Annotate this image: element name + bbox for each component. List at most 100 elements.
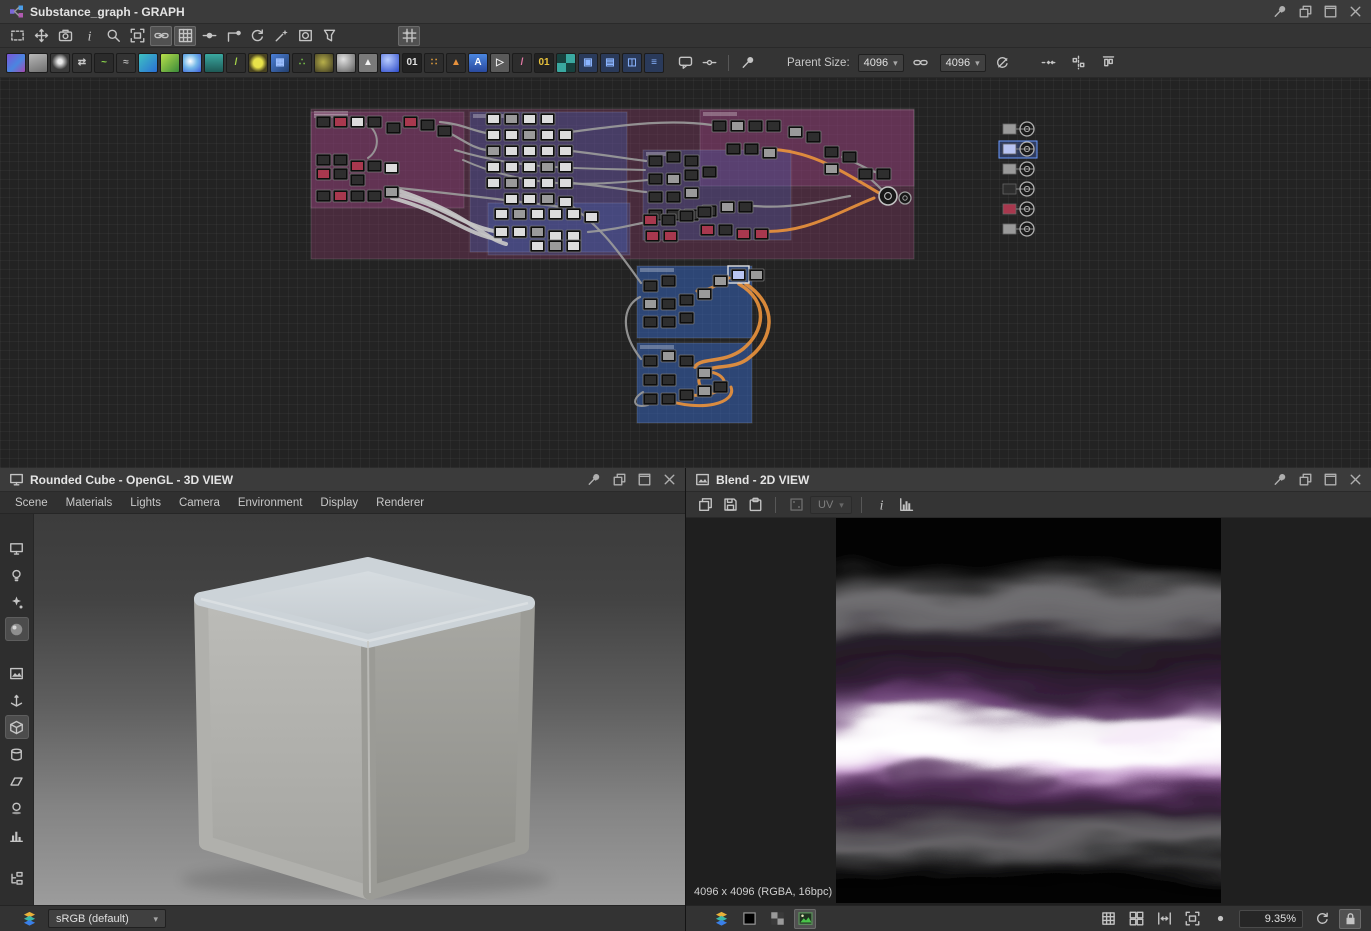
- graph-node[interactable]: [661, 275, 676, 287]
- graph-node[interactable]: [494, 208, 509, 220]
- material-mode-icon[interactable]: [5, 617, 29, 641]
- graph-node[interactable]: [494, 226, 509, 238]
- center-dot-icon[interactable]: [1209, 909, 1231, 929]
- reset-zoom-icon[interactable]: [1311, 909, 1333, 929]
- menu-environment[interactable]: Environment: [229, 497, 312, 509]
- close-icon[interactable]: [1347, 472, 1363, 488]
- close-icon[interactable]: [661, 472, 677, 488]
- statistics-icon[interactable]: [5, 823, 29, 847]
- graph-node[interactable]: [643, 298, 658, 310]
- default-parameters-icon[interactable]: [1038, 53, 1060, 73]
- node-curve-icon[interactable]: ~: [94, 53, 114, 73]
- graph-node[interactable]: [384, 162, 399, 174]
- graph-node[interactable]: [522, 193, 537, 205]
- graph-node[interactable]: [754, 228, 769, 240]
- graph-node[interactable]: [661, 298, 676, 310]
- parent-size-height-select[interactable]: 4096: [940, 54, 986, 72]
- graph-node[interactable]: [643, 355, 658, 367]
- graph-node[interactable]: [504, 177, 519, 189]
- graph-node[interactable]: [726, 143, 741, 155]
- zoom-value[interactable]: 9.35%: [1239, 910, 1303, 928]
- graph-node[interactable]: [661, 316, 676, 328]
- menu-materials[interactable]: Materials: [57, 497, 122, 509]
- graph-node[interactable]: [684, 155, 699, 167]
- fit-width-icon[interactable]: [1153, 909, 1175, 929]
- graph-node[interactable]: [548, 208, 563, 220]
- node-channels-icon[interactable]: ≡: [644, 53, 664, 73]
- uv-transform-icon[interactable]: [785, 495, 807, 515]
- graph-node[interactable]: [504, 129, 519, 141]
- graph-node[interactable]: [679, 312, 694, 324]
- shape-cube-icon[interactable]: [5, 715, 29, 739]
- menu-display[interactable]: Display: [311, 497, 367, 509]
- copy-image-icon[interactable]: [694, 495, 716, 515]
- texture-view-icon[interactable]: [5, 661, 29, 685]
- maximize-icon[interactable]: [636, 472, 652, 488]
- graph-node[interactable]: [333, 116, 348, 128]
- dot-link-icon[interactable]: [698, 53, 720, 73]
- graph-node[interactable]: [824, 163, 839, 175]
- viewport-3d[interactable]: [34, 514, 685, 905]
- graph-node[interactable]: [522, 161, 537, 173]
- graph-node[interactable]: [540, 161, 555, 173]
- node-anisotropic-noise-icon[interactable]: ∷: [424, 53, 444, 73]
- graph-output[interactable]: [1003, 162, 1034, 176]
- graph-node[interactable]: [788, 126, 803, 138]
- graph-node[interactable]: [504, 145, 519, 157]
- graph-frame[interactable]: [643, 150, 791, 240]
- graph-node[interactable]: [718, 224, 733, 236]
- graph-node[interactable]: [679, 389, 694, 401]
- graph-node[interactable]: [648, 155, 663, 167]
- graph-node[interactable]: [720, 201, 735, 213]
- graph-node[interactable]: [648, 191, 663, 203]
- graph-node[interactable]: [530, 240, 545, 252]
- node-normal-icon[interactable]: [380, 53, 400, 73]
- graph-node[interactable]: [824, 146, 839, 158]
- graph-node[interactable]: [749, 269, 764, 281]
- float-window-icon[interactable]: [1297, 4, 1313, 20]
- graph-node[interactable]: [540, 129, 555, 141]
- node-pixel-processor-icon[interactable]: 01: [534, 53, 554, 73]
- pixel-grid-icon[interactable]: [1097, 909, 1119, 929]
- close-icon[interactable]: [1347, 4, 1363, 20]
- graph-node[interactable]: [486, 161, 501, 173]
- connector-dot-icon[interactable]: [198, 26, 220, 46]
- node-height-to-normal-icon[interactable]: ▲: [358, 53, 378, 73]
- pin-icon[interactable]: [586, 472, 602, 488]
- graph-node[interactable]: [748, 120, 763, 132]
- node-uniform-color-icon[interactable]: [6, 53, 26, 73]
- view2d-canvas[interactable]: 4096 x 4096 (RGBA, 16bpc): [686, 518, 1371, 905]
- histogram-icon[interactable]: [896, 495, 918, 515]
- lock-zoom-icon[interactable]: [1339, 909, 1361, 929]
- node-grunge-icon[interactable]: [314, 53, 334, 73]
- graph-node[interactable]: [540, 177, 555, 189]
- node-text-icon[interactable]: A: [468, 53, 488, 73]
- node-shape-icon[interactable]: [248, 53, 268, 73]
- graph-node[interactable]: [697, 288, 712, 300]
- graph-node[interactable]: [486, 177, 501, 189]
- graph-node[interactable]: [522, 113, 537, 125]
- graph-node[interactable]: [504, 161, 519, 173]
- graph-node[interactable]: [584, 211, 599, 223]
- layers-icon[interactable]: [18, 909, 40, 929]
- search-icon[interactable]: [102, 26, 124, 46]
- graph-node[interactable]: [663, 230, 678, 242]
- snap-grid-icon[interactable]: [398, 26, 420, 46]
- maximize-icon[interactable]: [1322, 4, 1338, 20]
- comment-icon[interactable]: [674, 53, 696, 73]
- graph-node[interactable]: [661, 350, 676, 362]
- graph-node[interactable]: [558, 145, 573, 157]
- graph-node[interactable]: [386, 122, 401, 134]
- graph-node[interactable]: [522, 145, 537, 157]
- fit-view-icon[interactable]: [1181, 909, 1203, 929]
- display-grid-icon[interactable]: [174, 26, 196, 46]
- lighting-icon[interactable]: [5, 563, 29, 587]
- graph-node[interactable]: [558, 161, 573, 173]
- graph-node[interactable]: [548, 240, 563, 252]
- graph-node[interactable]: [643, 214, 658, 226]
- graph-node[interactable]: [333, 154, 348, 166]
- graph-node[interactable]: [316, 190, 331, 202]
- shadow-icon[interactable]: [5, 796, 29, 820]
- graph-node[interactable]: [697, 367, 712, 379]
- graph-node[interactable]: [736, 228, 751, 240]
